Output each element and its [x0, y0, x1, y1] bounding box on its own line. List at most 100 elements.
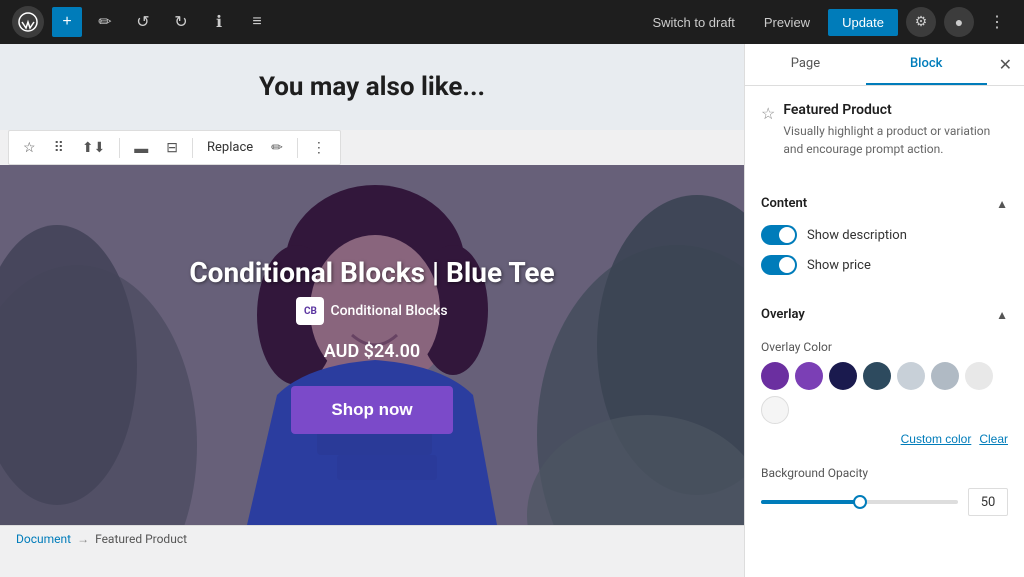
pencil-icon: ✏	[98, 12, 111, 32]
document-link[interactable]: Document	[16, 532, 71, 546]
color-swatches	[761, 362, 1008, 424]
breadcrumb-arrow: →	[77, 532, 89, 546]
separator-1	[119, 138, 120, 158]
product-overlay: Conditional Blocks | Blue Tee CB Conditi…	[0, 165, 744, 525]
color-swatch-near-white[interactable]	[761, 396, 789, 424]
product-logo-text: Conditional Blocks	[330, 303, 447, 319]
plus-icon: +	[62, 13, 71, 31]
preview-button[interactable]: Preview	[754, 9, 820, 36]
redo-button[interactable]: ↻	[166, 7, 196, 37]
panel-featured-info: ☆ Featured Product Visually highlight a …	[745, 86, 1024, 186]
content-section-body: Show description Show price	[745, 221, 1024, 297]
product-title: Conditional Blocks | Blue Tee	[189, 256, 554, 289]
more-options-button[interactable]: ⋮	[982, 7, 1012, 37]
overlay-color-section: Overlay Color Custom color Clear	[745, 332, 1024, 458]
tab-page[interactable]: Page	[745, 44, 866, 85]
update-button[interactable]: Update	[828, 9, 898, 36]
plugin-icon: ●	[955, 14, 963, 31]
opacity-value[interactable]: 50	[968, 488, 1008, 516]
tools-button[interactable]: ✏	[90, 7, 120, 37]
logo-icon: CB	[296, 297, 324, 325]
product-card: Conditional Blocks | Blue Tee CB Conditi…	[0, 165, 744, 525]
main-layout: You may also like... ☆ ⠿ ⬆⬇ ▬ ⊟ Replace …	[0, 44, 1024, 577]
shop-now-button[interactable]: Shop now	[291, 386, 452, 434]
page-title-section: You may also like...	[0, 44, 744, 130]
full-width-button[interactable]: ⊟	[160, 135, 184, 160]
color-swatch-dark-navy[interactable]	[829, 362, 857, 390]
list-icon: ≡	[252, 13, 261, 31]
panel-tab-bar: Page Block ✕	[745, 44, 1024, 86]
list-view-button[interactable]: ≡	[242, 7, 272, 37]
show-price-row: Show price	[761, 255, 1008, 275]
toggle-knob-2	[779, 257, 795, 273]
overlay-color-label: Overlay Color	[761, 340, 1008, 354]
more-block-options[interactable]: ⋮	[306, 135, 332, 160]
right-panel: Page Block ✕ ☆ Featured Product Visually…	[744, 44, 1024, 577]
chevron-up-icon-2: ▲	[996, 308, 1008, 322]
product-price: AUD $24.00	[324, 341, 420, 362]
block-toolbar: ☆ ⠿ ⬆⬇ ▬ ⊟ Replace ✏ ⋮	[8, 130, 341, 165]
slider-track	[761, 500, 958, 504]
move-up-down-button[interactable]: ⬆⬇	[76, 135, 111, 160]
color-swatch-very-light[interactable]	[965, 362, 993, 390]
opacity-label: Background Opacity	[761, 466, 1008, 480]
edit-icon-button[interactable]: ✏	[265, 135, 289, 160]
content-section: Content ▲ Show description Show price	[745, 186, 1024, 297]
page-heading: You may also like...	[40, 72, 704, 102]
show-price-label: Show price	[807, 258, 871, 273]
panel-close-button[interactable]: ✕	[987, 47, 1024, 82]
show-description-label: Show description	[807, 228, 907, 243]
extensions-button[interactable]: ●	[944, 7, 974, 37]
wp-logo[interactable]	[12, 6, 44, 38]
overlay-section: Overlay ▲ Overlay Color Custom color	[745, 297, 1024, 528]
topbar: + ✏ ↺ ↻ ℹ ≡ Switch to draft Preview Upda…	[0, 0, 1024, 44]
opacity-slider[interactable]	[761, 492, 958, 512]
color-swatch-dark-teal[interactable]	[863, 362, 891, 390]
redo-icon: ↻	[174, 12, 187, 32]
editor-area: You may also like... ☆ ⠿ ⬆⬇ ▬ ⊟ Replace …	[0, 44, 744, 577]
content-section-title: Content	[761, 196, 807, 211]
separator-3	[297, 138, 298, 158]
current-block-label: Featured Product	[95, 532, 187, 546]
overlay-section-title: Overlay	[761, 307, 805, 322]
tab-block[interactable]: Block	[866, 44, 987, 85]
show-price-toggle[interactable]	[761, 255, 797, 275]
close-icon: ✕	[999, 55, 1012, 74]
details-button[interactable]: ℹ	[204, 7, 234, 37]
info-icon: ℹ	[216, 12, 222, 32]
show-description-toggle[interactable]	[761, 225, 797, 245]
drag-handle[interactable]: ⠿	[48, 135, 70, 160]
clear-color-button[interactable]: Clear	[979, 432, 1008, 446]
custom-color-button[interactable]: Custom color	[901, 432, 972, 446]
chevron-up-icon: ▲	[996, 197, 1008, 211]
featured-header: ☆ Featured Product Visually highlight a …	[761, 102, 1008, 158]
color-swatch-medium-purple[interactable]	[795, 362, 823, 390]
status-bar: Document → Featured Product	[0, 525, 744, 552]
ellipsis-icon: ⋮	[989, 12, 1005, 32]
undo-button[interactable]: ↺	[128, 7, 158, 37]
toggle-knob	[779, 227, 795, 243]
color-swatch-medium-gray[interactable]	[931, 362, 959, 390]
switch-draft-button[interactable]: Switch to draft	[641, 8, 745, 37]
add-block-button[interactable]: +	[52, 7, 82, 37]
undo-icon: ↺	[136, 12, 149, 32]
slider-fill	[761, 500, 860, 504]
featured-title: Featured Product	[783, 102, 1008, 118]
gear-icon: ⚙	[915, 14, 928, 30]
product-logo: CB Conditional Blocks	[296, 297, 447, 325]
color-swatch-purple[interactable]	[761, 362, 789, 390]
featured-desc: Visually highlight a product or variatio…	[783, 122, 1008, 158]
opacity-row: 50	[761, 488, 1008, 516]
color-action-links: Custom color Clear	[761, 432, 1008, 446]
replace-label[interactable]: Replace	[201, 136, 259, 159]
slider-thumb[interactable]	[853, 495, 867, 509]
star-button[interactable]: ☆	[17, 135, 42, 160]
overlay-section-header[interactable]: Overlay ▲	[745, 297, 1024, 332]
opacity-section: Background Opacity 50	[745, 458, 1024, 528]
show-description-row: Show description	[761, 225, 1008, 245]
star-icon: ☆	[761, 104, 775, 123]
align-button[interactable]: ▬	[128, 136, 154, 160]
settings-button[interactable]: ⚙	[906, 7, 936, 37]
color-swatch-light-gray[interactable]	[897, 362, 925, 390]
content-section-header[interactable]: Content ▲	[745, 186, 1024, 221]
